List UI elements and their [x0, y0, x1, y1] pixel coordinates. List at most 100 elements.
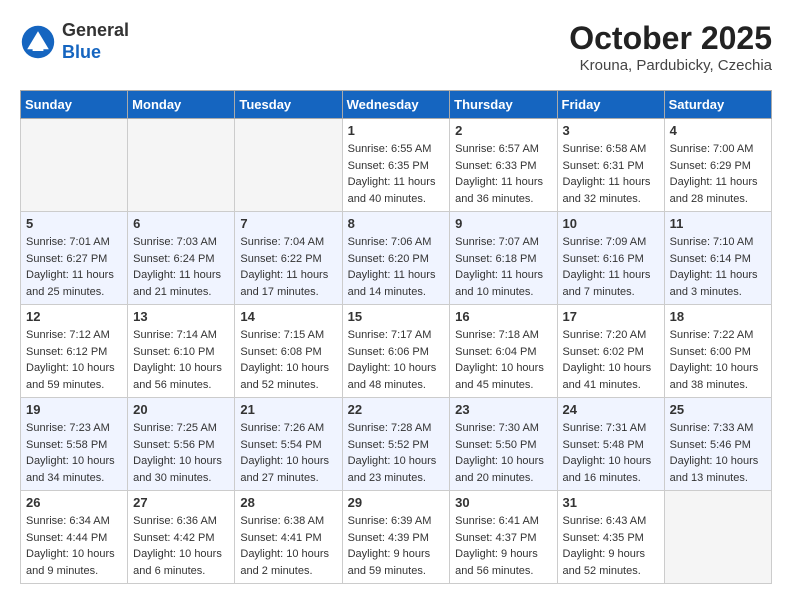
day-cell: 2 Sunrise: 6:57 AM Sunset: 6:33 PM Dayli… — [450, 119, 557, 212]
day-cell: 19 Sunrise: 7:23 AM Sunset: 5:58 PM Dayl… — [21, 398, 128, 491]
calendar-table: SundayMondayTuesdayWednesdayThursdayFrid… — [20, 90, 772, 584]
weekday-header: Thursday — [450, 91, 557, 119]
day-number: 13 — [133, 309, 229, 324]
day-cell: 25 Sunrise: 7:33 AM Sunset: 5:46 PM Dayl… — [664, 398, 771, 491]
day-info: Sunrise: 6:57 AM Sunset: 6:33 PM Dayligh… — [455, 141, 551, 207]
day-info: Sunrise: 7:09 AM Sunset: 6:16 PM Dayligh… — [563, 234, 659, 300]
day-info: Sunrise: 6:34 AM Sunset: 4:44 PM Dayligh… — [26, 513, 122, 579]
logo-text: General Blue — [62, 20, 129, 63]
day-cell: 18 Sunrise: 7:22 AM Sunset: 6:00 PM Dayl… — [664, 305, 771, 398]
day-info: Sunrise: 6:39 AM Sunset: 4:39 PM Dayligh… — [348, 513, 445, 579]
day-cell: 8 Sunrise: 7:06 AM Sunset: 6:20 PM Dayli… — [342, 212, 450, 305]
day-cell: 11 Sunrise: 7:10 AM Sunset: 6:14 PM Dayl… — [664, 212, 771, 305]
empty-day-cell — [128, 119, 235, 212]
weekday-header: Wednesday — [342, 91, 450, 119]
day-number: 31 — [563, 495, 659, 510]
day-info: Sunrise: 7:07 AM Sunset: 6:18 PM Dayligh… — [455, 234, 551, 300]
day-cell: 13 Sunrise: 7:14 AM Sunset: 6:10 PM Dayl… — [128, 305, 235, 398]
day-info: Sunrise: 7:18 AM Sunset: 6:04 PM Dayligh… — [455, 327, 551, 393]
day-cell: 1 Sunrise: 6:55 AM Sunset: 6:35 PM Dayli… — [342, 119, 450, 212]
day-cell: 7 Sunrise: 7:04 AM Sunset: 6:22 PM Dayli… — [235, 212, 342, 305]
calendar-week-row: 19 Sunrise: 7:23 AM Sunset: 5:58 PM Dayl… — [21, 398, 772, 491]
empty-day-cell — [235, 119, 342, 212]
day-cell: 23 Sunrise: 7:30 AM Sunset: 5:50 PM Dayl… — [450, 398, 557, 491]
day-number: 11 — [670, 216, 766, 231]
day-info: Sunrise: 7:01 AM Sunset: 6:27 PM Dayligh… — [26, 234, 122, 300]
weekday-header: Monday — [128, 91, 235, 119]
logo-icon — [20, 24, 56, 60]
calendar-week-row: 26 Sunrise: 6:34 AM Sunset: 4:44 PM Dayl… — [21, 491, 772, 584]
day-number: 17 — [563, 309, 659, 324]
weekday-header: Sunday — [21, 91, 128, 119]
page-header: General Blue October 2025 Krouna, Pardub… — [20, 20, 772, 74]
day-number: 23 — [455, 402, 551, 417]
day-number: 14 — [240, 309, 336, 324]
day-number: 8 — [348, 216, 445, 231]
weekday-header: Friday — [557, 91, 664, 119]
day-info: Sunrise: 6:43 AM Sunset: 4:35 PM Dayligh… — [563, 513, 659, 579]
day-number: 20 — [133, 402, 229, 417]
day-number: 27 — [133, 495, 229, 510]
day-number: 9 — [455, 216, 551, 231]
day-number: 4 — [670, 123, 766, 138]
empty-day-cell — [664, 491, 771, 584]
day-number: 12 — [26, 309, 122, 324]
weekday-header-row: SundayMondayTuesdayWednesdayThursdayFrid… — [21, 91, 772, 119]
day-cell: 3 Sunrise: 6:58 AM Sunset: 6:31 PM Dayli… — [557, 119, 664, 212]
day-info: Sunrise: 6:55 AM Sunset: 6:35 PM Dayligh… — [348, 141, 445, 207]
day-number: 21 — [240, 402, 336, 417]
day-cell: 15 Sunrise: 7:17 AM Sunset: 6:06 PM Dayl… — [342, 305, 450, 398]
day-cell: 20 Sunrise: 7:25 AM Sunset: 5:56 PM Dayl… — [128, 398, 235, 491]
day-info: Sunrise: 7:12 AM Sunset: 6:12 PM Dayligh… — [26, 327, 122, 393]
day-info: Sunrise: 7:23 AM Sunset: 5:58 PM Dayligh… — [26, 420, 122, 486]
day-info: Sunrise: 7:25 AM Sunset: 5:56 PM Dayligh… — [133, 420, 229, 486]
day-number: 5 — [26, 216, 122, 231]
day-cell: 6 Sunrise: 7:03 AM Sunset: 6:24 PM Dayli… — [128, 212, 235, 305]
day-cell: 30 Sunrise: 6:41 AM Sunset: 4:37 PM Dayl… — [450, 491, 557, 584]
month-title: October 2025 — [569, 20, 772, 57]
day-number: 29 — [348, 495, 445, 510]
day-info: Sunrise: 7:03 AM Sunset: 6:24 PM Dayligh… — [133, 234, 229, 300]
day-info: Sunrise: 7:20 AM Sunset: 6:02 PM Dayligh… — [563, 327, 659, 393]
day-cell: 5 Sunrise: 7:01 AM Sunset: 6:27 PM Dayli… — [21, 212, 128, 305]
day-cell: 9 Sunrise: 7:07 AM Sunset: 6:18 PM Dayli… — [450, 212, 557, 305]
day-cell: 14 Sunrise: 7:15 AM Sunset: 6:08 PM Dayl… — [235, 305, 342, 398]
day-cell: 24 Sunrise: 7:31 AM Sunset: 5:48 PM Dayl… — [557, 398, 664, 491]
day-info: Sunrise: 6:41 AM Sunset: 4:37 PM Dayligh… — [455, 513, 551, 579]
day-number: 16 — [455, 309, 551, 324]
day-info: Sunrise: 7:04 AM Sunset: 6:22 PM Dayligh… — [240, 234, 336, 300]
day-number: 22 — [348, 402, 445, 417]
calendar-week-row: 1 Sunrise: 6:55 AM Sunset: 6:35 PM Dayli… — [21, 119, 772, 212]
day-cell: 17 Sunrise: 7:20 AM Sunset: 6:02 PM Dayl… — [557, 305, 664, 398]
day-number: 25 — [670, 402, 766, 417]
day-number: 1 — [348, 123, 445, 138]
day-number: 3 — [563, 123, 659, 138]
day-info: Sunrise: 6:36 AM Sunset: 4:42 PM Dayligh… — [133, 513, 229, 579]
day-number: 19 — [26, 402, 122, 417]
day-cell: 16 Sunrise: 7:18 AM Sunset: 6:04 PM Dayl… — [450, 305, 557, 398]
day-info: Sunrise: 7:17 AM Sunset: 6:06 PM Dayligh… — [348, 327, 445, 393]
day-info: Sunrise: 7:06 AM Sunset: 6:20 PM Dayligh… — [348, 234, 445, 300]
empty-day-cell — [21, 119, 128, 212]
day-cell: 12 Sunrise: 7:12 AM Sunset: 6:12 PM Dayl… — [21, 305, 128, 398]
day-cell: 29 Sunrise: 6:39 AM Sunset: 4:39 PM Dayl… — [342, 491, 450, 584]
day-info: Sunrise: 7:28 AM Sunset: 5:52 PM Dayligh… — [348, 420, 445, 486]
day-info: Sunrise: 7:14 AM Sunset: 6:10 PM Dayligh… — [133, 327, 229, 393]
day-cell: 27 Sunrise: 6:36 AM Sunset: 4:42 PM Dayl… — [128, 491, 235, 584]
calendar-week-row: 12 Sunrise: 7:12 AM Sunset: 6:12 PM Dayl… — [21, 305, 772, 398]
day-cell: 21 Sunrise: 7:26 AM Sunset: 5:54 PM Dayl… — [235, 398, 342, 491]
title-block: October 2025 Krouna, Pardubicky, Czechia — [569, 20, 772, 74]
day-cell: 10 Sunrise: 7:09 AM Sunset: 6:16 PM Dayl… — [557, 212, 664, 305]
day-cell: 4 Sunrise: 7:00 AM Sunset: 6:29 PM Dayli… — [664, 119, 771, 212]
day-number: 24 — [563, 402, 659, 417]
day-info: Sunrise: 6:38 AM Sunset: 4:41 PM Dayligh… — [240, 513, 336, 579]
day-number: 30 — [455, 495, 551, 510]
day-number: 2 — [455, 123, 551, 138]
day-number: 6 — [133, 216, 229, 231]
location-subtitle: Krouna, Pardubicky, Czechia — [569, 57, 772, 74]
day-cell: 22 Sunrise: 7:28 AM Sunset: 5:52 PM Dayl… — [342, 398, 450, 491]
day-info: Sunrise: 7:33 AM Sunset: 5:46 PM Dayligh… — [670, 420, 766, 486]
day-number: 18 — [670, 309, 766, 324]
day-info: Sunrise: 7:10 AM Sunset: 6:14 PM Dayligh… — [670, 234, 766, 300]
day-cell: 28 Sunrise: 6:38 AM Sunset: 4:41 PM Dayl… — [235, 491, 342, 584]
